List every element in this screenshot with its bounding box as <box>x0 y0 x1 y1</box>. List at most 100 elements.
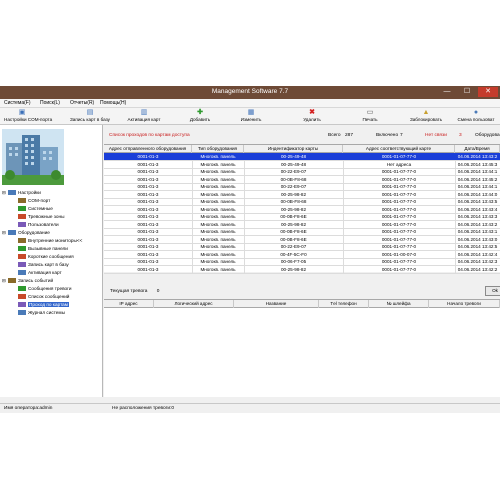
tree-item-label: Запись событий <box>17 278 54 283</box>
tree-node-icon <box>18 246 26 251</box>
table-header: Адрес отправленного оборудования Тип обор… <box>104 145 500 153</box>
tree-item[interactable]: Тревожные зоны <box>18 213 64 220</box>
table-cell: 0001-01-07-77-0 <box>381 266 417 272</box>
expander-icon[interactable]: ⊟ <box>2 278 6 283</box>
tree-node-icon <box>18 214 26 219</box>
print-icon: ▭ <box>366 109 374 116</box>
alarm-place-status: Не расположения тревоги:0 <box>112 406 175 411</box>
tree-item-label: Тревожные зоны <box>28 214 65 219</box>
expander-icon[interactable]: ⊟ <box>2 190 6 195</box>
tree-node-icon <box>18 206 26 211</box>
tree-item-label: Список сообщений <box>28 294 70 299</box>
tree-item[interactable]: Короткие сообщения <box>18 253 74 260</box>
tree-item-label: Системные <box>28 206 53 211</box>
tree-item[interactable]: Список сообщений <box>18 293 69 300</box>
alarm-column-header[interactable]: IP адрес <box>104 300 154 308</box>
print-button[interactable]: ▭ Печать <box>358 109 382 124</box>
tree-item[interactable]: Сообщения тревоги <box>18 285 71 292</box>
menu-help[interactable]: Помощь(H) <box>100 100 126 106</box>
column-header[interactable]: Индентификатор карты <box>244 145 343 153</box>
equipment-label: Оборудова <box>475 133 500 138</box>
status-bar: Имя оператора:admin Не расположения трев… <box>0 403 500 413</box>
com-port-icon: ▣ <box>18 109 26 116</box>
menu-bar: Система(F) Поиск(L) Отчеты(R) Помощь(H) <box>0 99 500 108</box>
card-write-icon: ▤ <box>86 109 94 116</box>
lock-button[interactable]: ▲ Заблокировать <box>408 109 444 124</box>
tree-item[interactable]: Внутренние мониторы<< <box>18 237 82 244</box>
expander-icon[interactable]: ⊟ <box>2 230 6 235</box>
menu-search[interactable]: Поиск(L) <box>40 100 60 106</box>
tree-node-icon <box>18 302 26 307</box>
minimize-icon[interactable]: — <box>438 87 456 97</box>
alarm-column-header[interactable]: Тel телефон <box>319 300 369 308</box>
tree-node-icon <box>7 278 16 283</box>
alarm-column-header[interactable]: Начало тревоги <box>429 300 500 308</box>
tree-item[interactable]: ⊟ Настройки <box>2 189 41 196</box>
tree-item[interactable]: Системные <box>18 205 53 212</box>
tree-node-icon <box>18 262 26 267</box>
tree-item[interactable]: COM-порт <box>18 197 50 204</box>
tree-item[interactable]: Запись карт в базу <box>18 261 69 268</box>
tree-item-label: Вызывные панели <box>28 246 68 251</box>
column-header[interactable]: Тип оборудования <box>192 145 244 153</box>
add-icon: ✚ <box>197 109 203 116</box>
column-header[interactable]: Дата/Время <box>455 145 500 153</box>
no-connection-label: Нет связи <box>425 133 447 138</box>
alarm-column-header[interactable]: Название <box>234 300 319 308</box>
tree-item-label: Журнал системы <box>28 310 66 315</box>
edit-icon: ▦ <box>247 109 255 116</box>
tree-item[interactable]: Пользователи <box>18 221 59 228</box>
switch-user-button[interactable]: ● Смена пользоват <box>455 109 497 124</box>
toolbar: ▣ Настройки COM-порта ▤ Запись карт в ба… <box>0 108 500 125</box>
tree-node-icon <box>18 286 26 291</box>
user-switch-icon: ● <box>473 109 479 116</box>
write-cards-button[interactable]: ▤ Запись карт в базу <box>70 109 110 124</box>
alarm-column-header[interactable]: Логический адрес <box>154 300 234 308</box>
tree-node-icon <box>7 230 16 235</box>
tree-node-icon <box>18 294 26 299</box>
tree-item-label: Короткие сообщения <box>28 254 74 259</box>
table-cell: 04.06.2014 13:42:2 <box>457 266 498 272</box>
enabled-label: Включено <box>376 133 399 138</box>
title-bar: Management Software 7.7 — ☐ ✕ <box>0 86 500 99</box>
tree-node-icon <box>18 270 26 275</box>
activate-cards-button[interactable]: ▥ Активация карт <box>126 109 162 124</box>
tree-item[interactable]: Активация карт <box>18 269 62 276</box>
app-window: Management Software 7.7 — ☐ ✕ Система(F)… <box>0 86 500 413</box>
column-header[interactable]: Адрес соответствующий карте <box>343 145 455 153</box>
card-activate-icon: ▥ <box>140 109 148 116</box>
current-alarm-text: Текущая тревога <box>110 289 148 294</box>
column-header[interactable]: Адрес отправленного оборудования <box>104 145 192 153</box>
delete-button[interactable]: ✖ Удалить <box>299 109 325 124</box>
lock-icon: ▲ <box>422 109 430 116</box>
maximize-icon[interactable]: ☐ <box>458 87 476 97</box>
tree-item[interactable]: Проход по картам <box>18 301 69 308</box>
tree-item[interactable]: Журнал системы <box>18 309 65 316</box>
tree-item-label: Сообщения тревоги <box>28 286 72 291</box>
com-port-settings-button[interactable]: ▣ Настройки COM-порта <box>4 109 52 124</box>
tree-item[interactable]: ⊟ Оборудование <box>2 229 50 236</box>
alarm-column-header[interactable]: № шлейфа <box>369 300 429 308</box>
menu-reports[interactable]: Отчеты(R) <box>70 100 94 106</box>
table-row[interactable]: 0001-01-3 Многокв. панель 00-25-98-82 0001-… <box>104 266 500 274</box>
menu-system[interactable]: Система(F) <box>4 100 31 106</box>
navigation-panel: ⊟ Настройки COM-порт Системные Тревожные зон… <box>0 125 103 397</box>
close-icon[interactable]: ✕ <box>478 87 498 97</box>
tree-item[interactable]: Вызывные панели <box>18 245 68 252</box>
tree-node-icon <box>7 190 16 195</box>
window-title: Management Software 7.7 <box>211 88 289 95</box>
tree-item-label: Проход по картам <box>28 302 69 307</box>
building-logo <box>2 129 64 185</box>
tree-node-icon <box>18 222 26 227</box>
ok-button[interactable]: Ok <box>485 286 500 296</box>
operator-status: Имя оператора:admin <box>4 406 53 411</box>
tree-item[interactable]: ⊟ Запись событий <box>2 277 53 284</box>
add-button[interactable]: ✚ Добавить <box>187 109 213 124</box>
alarm-table-header: IP адрес Логический адрес Название Тel теле… <box>104 300 500 308</box>
current-alarm-count: 0 <box>156 289 160 294</box>
tree-item-label: Настройки <box>17 190 41 195</box>
tree-node-icon <box>18 310 26 315</box>
total-value: 287 <box>345 133 354 138</box>
tree-item-label: Внутренние мониторы<< <box>28 238 83 243</box>
edit-button[interactable]: ▦ Изменить <box>238 109 264 124</box>
